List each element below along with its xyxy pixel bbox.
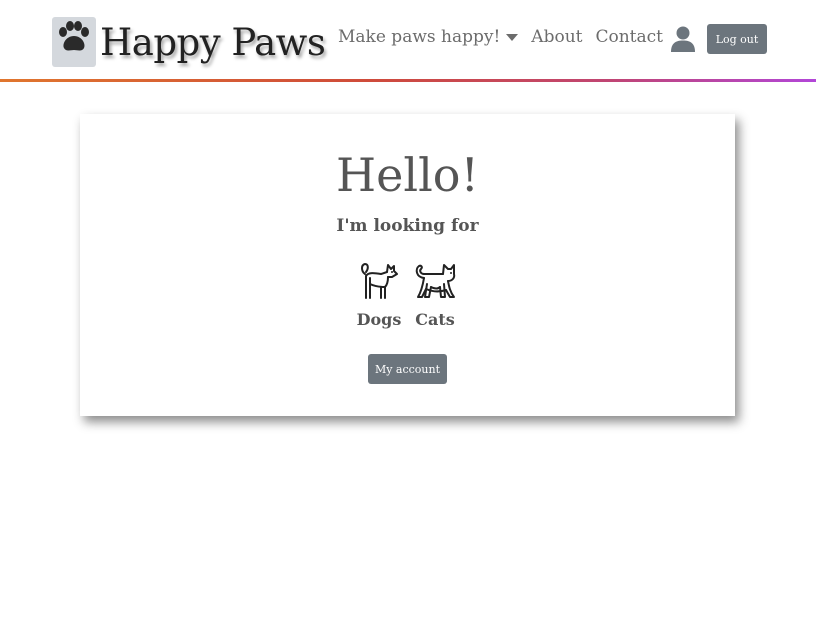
- looking-for-text: I'm looking for: [336, 216, 479, 236]
- navbar-gradient-border: [0, 79, 816, 82]
- welcome-card: Hello! I'm looking for Dogs Cats My acco…: [80, 114, 735, 416]
- logout-button[interactable]: Log out: [707, 24, 767, 54]
- cat-icon: [415, 264, 456, 298]
- navbar: Happy Paws Make paws happy! About Contac…: [0, 0, 816, 80]
- brand-link[interactable]: Happy Paws: [52, 16, 326, 68]
- paw-icon: [59, 21, 89, 51]
- pet-option-dogs[interactable]: Dogs: [349, 262, 409, 329]
- pet-label-cats: Cats: [415, 310, 455, 329]
- brand-name: Happy Paws: [100, 20, 326, 64]
- nav-link-contact[interactable]: Contact: [595, 27, 663, 47]
- nav-links: Make paws happy! About Contact: [338, 27, 676, 47]
- pet-option-cats[interactable]: Cats: [405, 262, 465, 329]
- greeting-heading: Hello!: [336, 148, 479, 202]
- nav-dropdown-label: Make paws happy!: [338, 27, 501, 47]
- caret-down-icon: [506, 33, 519, 41]
- dog-icon: [361, 263, 398, 299]
- brand-logo: [52, 17, 96, 67]
- nav-dropdown-make-paws-happy[interactable]: Make paws happy!: [338, 27, 519, 47]
- pet-label-dogs: Dogs: [356, 310, 402, 329]
- my-account-button[interactable]: My account: [368, 354, 447, 384]
- nav-link-about[interactable]: About: [531, 27, 582, 47]
- user-icon[interactable]: [670, 26, 696, 56]
